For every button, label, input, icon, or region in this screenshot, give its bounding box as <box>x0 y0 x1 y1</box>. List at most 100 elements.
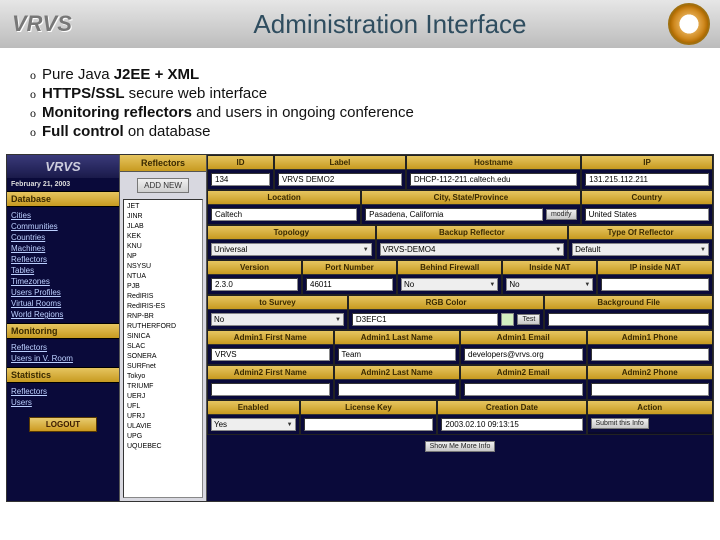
add-new-button[interactable]: ADD NEW <box>137 178 189 193</box>
input-admin1-first-name[interactable]: VRVS <box>211 348 330 361</box>
logout-button[interactable]: LOGOUT <box>29 417 97 432</box>
sidebar-link[interactable]: Virtual Rooms <box>11 298 115 309</box>
sidebar-section-monitoring: Monitoring <box>7 323 119 339</box>
list-item[interactable]: RedIRIS-ES <box>127 302 199 312</box>
sidebar-link[interactable]: Reflectors <box>11 254 115 265</box>
color-swatch <box>501 313 514 326</box>
list-item[interactable]: SONERA <box>127 352 199 362</box>
sidebar-link[interactable]: Timezones <box>11 276 115 287</box>
list-item[interactable]: KNU <box>127 242 199 252</box>
list-item[interactable]: TRIUMF <box>127 382 199 392</box>
input-ip-inside-nat[interactable] <box>601 278 709 291</box>
field-label: Admin1 First Name <box>208 331 333 345</box>
sidebar-link[interactable]: Reflectors <box>11 386 115 397</box>
sidebar-section-statistics: Statistics <box>7 367 119 383</box>
sidebar-link[interactable]: World Regions <box>11 309 115 320</box>
input-label[interactable]: VRVS DEMO2 <box>278 173 402 186</box>
select-enabled[interactable]: Yes <box>211 418 296 431</box>
sidebar-link[interactable]: Users <box>11 397 115 408</box>
input-admin2-first-name[interactable] <box>211 383 330 396</box>
select-type-of-reflector[interactable]: Default <box>572 243 709 256</box>
list-item[interactable]: SURFnet <box>127 362 199 372</box>
select-topology[interactable]: Universal <box>211 243 372 256</box>
input-id[interactable]: 134 <box>211 173 270 186</box>
sidebar-link[interactable]: Cities <box>11 210 115 221</box>
select-inside-nat[interactable]: No <box>506 278 593 291</box>
list-item[interactable]: KEK <box>127 232 199 242</box>
field-label: Admin2 Phone <box>588 366 713 380</box>
field-label: IP inside NAT <box>598 261 712 275</box>
input-location[interactable]: Caltech <box>211 208 357 221</box>
input-background-file[interactable] <box>548 313 709 326</box>
input-version[interactable]: 2.3.0 <box>211 278 298 291</box>
list-item[interactable]: NTUA <box>127 272 199 282</box>
field-label: Country <box>582 191 712 205</box>
modify-button[interactable]: modify <box>546 209 577 220</box>
input-ip[interactable]: 131.215.112.211 <box>585 173 709 186</box>
current-date: February 21, 2003 <box>7 178 119 191</box>
input-city-state-province[interactable]: Pasadena, California <box>365 208 543 221</box>
input-admin2-last-name[interactable] <box>338 383 457 396</box>
list-item[interactable]: JINR <box>127 212 199 222</box>
list-item[interactable]: PJB <box>127 282 199 292</box>
field-label: Admin2 Last Name <box>335 366 460 380</box>
list-item[interactable]: UQUEBEC <box>127 442 199 452</box>
input-license-key[interactable] <box>304 418 434 431</box>
sidebar-link[interactable]: Machines <box>11 243 115 254</box>
list-item[interactable]: SINICA <box>127 332 199 342</box>
input-admin1-phone[interactable] <box>591 348 710 361</box>
field-label: Enabled <box>208 401 299 415</box>
field-label: Behind Firewall <box>398 261 501 275</box>
field-label: Location <box>208 191 360 205</box>
submit-this-info-button[interactable]: Submit this Info <box>591 418 649 429</box>
field-label: IP <box>582 156 712 170</box>
select-to-survey[interactable]: No <box>211 313 344 326</box>
sidebar-link[interactable]: Countries <box>11 232 115 243</box>
list-item[interactable]: Tokyo <box>127 372 199 382</box>
field-label: Backup Reflector <box>377 226 567 240</box>
select-behind-firewall[interactable]: No <box>401 278 498 291</box>
list-item[interactable]: UPG <box>127 432 199 442</box>
input-country[interactable]: United States <box>585 208 709 221</box>
list-item[interactable]: UFL <box>127 402 199 412</box>
test-button[interactable]: Test <box>517 314 540 325</box>
sidebar-logo: VRVS <box>45 159 80 174</box>
sidebar-link[interactable]: Tables <box>11 265 115 276</box>
input-admin2-phone[interactable] <box>591 383 710 396</box>
list-item[interactable]: RUTHERFORD <box>127 322 199 332</box>
list-item[interactable]: RNP-BR <box>127 312 199 322</box>
list-item[interactable]: JLAB <box>127 222 199 232</box>
input-port-number[interactable]: 46011 <box>306 278 393 291</box>
field-label: License Key <box>301 401 437 415</box>
list-item[interactable]: ULAVIE <box>127 422 199 432</box>
select-backup-reflector[interactable]: VRVS-DEMO4 <box>380 243 564 256</box>
list-item[interactable]: SLAC <box>127 342 199 352</box>
input-admin1-last-name[interactable]: Team <box>338 348 457 361</box>
list-item[interactable]: JET <box>127 202 199 212</box>
input-hostname[interactable]: DHCP-112-211.caltech.edu <box>410 173 577 186</box>
field-label: Hostname <box>407 156 580 170</box>
list-item[interactable]: UFRJ <box>127 412 199 422</box>
input-rgb-color[interactable]: D3EFC1 <box>352 313 499 326</box>
sidebar-link[interactable]: Reflectors <box>11 342 115 353</box>
input-admin1-email[interactable]: developers@vrvs.org <box>464 348 583 361</box>
field-label: Admin1 Last Name <box>335 331 460 345</box>
list-item[interactable]: UERJ <box>127 392 199 402</box>
institute-seal-icon <box>668 3 710 45</box>
sidebar-link[interactable]: Users Profiles <box>11 287 115 298</box>
page-title: Administration Interface <box>72 9 708 40</box>
field-label: Creation Date <box>438 401 585 415</box>
admin-interface-screenshot: VRVS February 21, 2003 Database CitiesCo… <box>6 154 714 502</box>
input-admin2-email[interactable] <box>464 383 583 396</box>
sidebar-link[interactable]: Communities <box>11 221 115 232</box>
list-item[interactable]: RedIRIS <box>127 292 199 302</box>
field-label: Admin1 Phone <box>588 331 713 345</box>
field-label: Port Number <box>303 261 396 275</box>
list-item[interactable]: NSYSU <box>127 262 199 272</box>
input-creation-date[interactable]: 2003.02.10 09:13:15 <box>441 418 582 431</box>
sidebar-link[interactable]: Users in V. Room <box>11 353 115 364</box>
field-label: Admin2 First Name <box>208 366 333 380</box>
list-item[interactable]: NP <box>127 252 199 262</box>
show-more-info-button[interactable]: Show Me More Info <box>425 441 496 452</box>
reflector-list[interactable]: JETJINRJLABKEKKNUNPNSYSUNTUAPJBRedIRISRe… <box>123 199 203 498</box>
